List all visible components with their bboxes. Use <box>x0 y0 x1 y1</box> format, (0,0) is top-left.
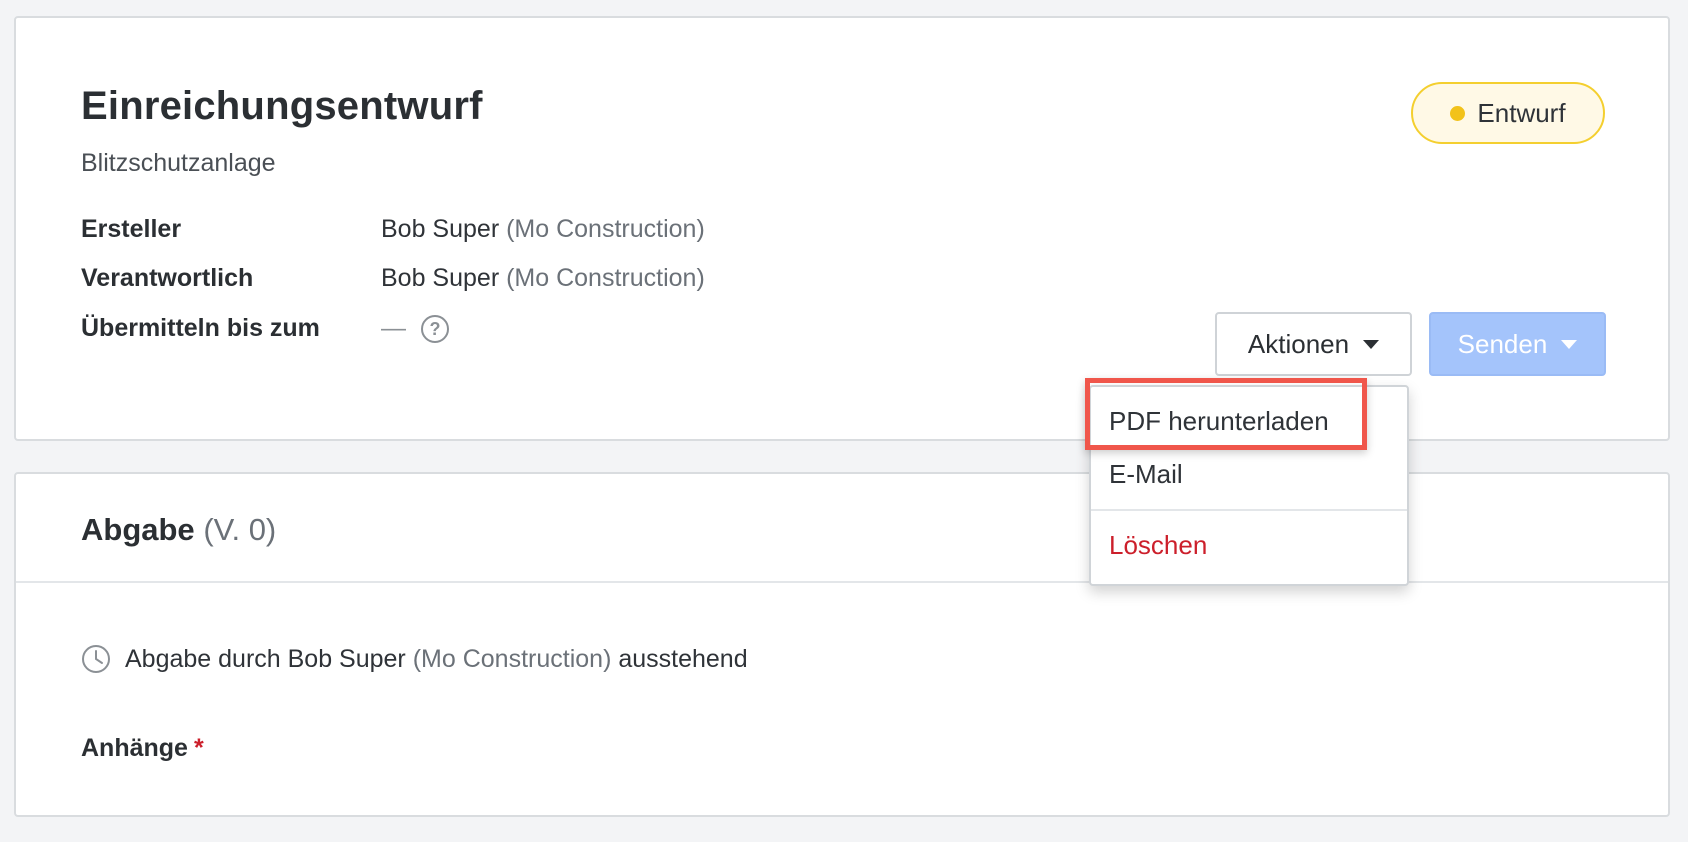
caret-down-icon <box>1561 339 1578 349</box>
actions-dropdown-menu: PDF herunterladen E-Mail Löschen <box>1089 385 1409 586</box>
due-date-empty: — <box>381 314 406 342</box>
attachments-label-text: Anhänge <box>81 734 188 762</box>
pending-status: Abgabe durch Bob Super (Mo Construction)… <box>81 644 748 674</box>
submission-card: Abgabe (V. 0) Abgabe durch Bob Super (Mo… <box>14 472 1670 817</box>
caret-down-icon <box>1363 339 1380 349</box>
responsible-company: (Mo Construction) <box>506 264 705 292</box>
pending-company: (Mo Construction) <box>412 644 612 673</box>
section-title: Abgabe (V. 0) <box>81 512 276 548</box>
responsible-value: Bob Super (Mo Construction) <box>381 264 705 293</box>
help-icon[interactable]: ? <box>420 315 449 344</box>
menu-item-delete[interactable]: Löschen <box>1109 530 1207 561</box>
actions-dropdown-button[interactable]: Aktionen <box>1215 312 1412 376</box>
due-date-label: Übermitteln bis zum <box>81 314 320 342</box>
actions-button-label: Aktionen <box>1247 328 1350 359</box>
due-date-value: — ? <box>381 314 449 344</box>
menu-item-download-pdf[interactable]: PDF herunterladen <box>1109 406 1329 437</box>
creator-company: (Mo Construction) <box>506 215 705 243</box>
pending-text: Abgabe durch Bob Super (Mo Construction)… <box>125 645 748 674</box>
page-subtitle: Blitzschutzanlage <box>81 149 276 177</box>
status-badge: Entwurf <box>1411 82 1605 144</box>
send-button[interactable]: Senden <box>1429 312 1606 376</box>
clock-icon <box>82 645 110 673</box>
menu-divider <box>1091 509 1407 511</box>
status-badge-label: Entwurf <box>1477 97 1566 128</box>
send-button-label: Senden <box>1457 328 1548 359</box>
creator-name: Bob Super <box>381 215 500 243</box>
responsible-name: Bob Super <box>381 264 500 292</box>
required-marker: * <box>193 734 204 762</box>
section-title-text: Abgabe <box>81 512 195 547</box>
pending-suffix: ausstehend <box>618 644 748 673</box>
responsible-label: Verantwortlich <box>81 264 254 292</box>
status-dot-icon <box>1450 105 1466 121</box>
section-version: (V. 0) <box>203 512 277 547</box>
creator-label: Ersteller <box>81 215 182 243</box>
section-divider <box>16 581 1668 583</box>
menu-item-email[interactable]: E-Mail <box>1109 459 1183 490</box>
pending-prefix: Abgabe durch Bob Super <box>125 644 406 673</box>
creator-value: Bob Super (Mo Construction) <box>381 215 705 244</box>
attachments-label: Anhänge * <box>81 734 204 763</box>
page-title: Einreichungsentwurf <box>81 84 483 128</box>
submission-header-card: Einreichungsentwurf Blitzschutzanlage En… <box>14 16 1670 441</box>
